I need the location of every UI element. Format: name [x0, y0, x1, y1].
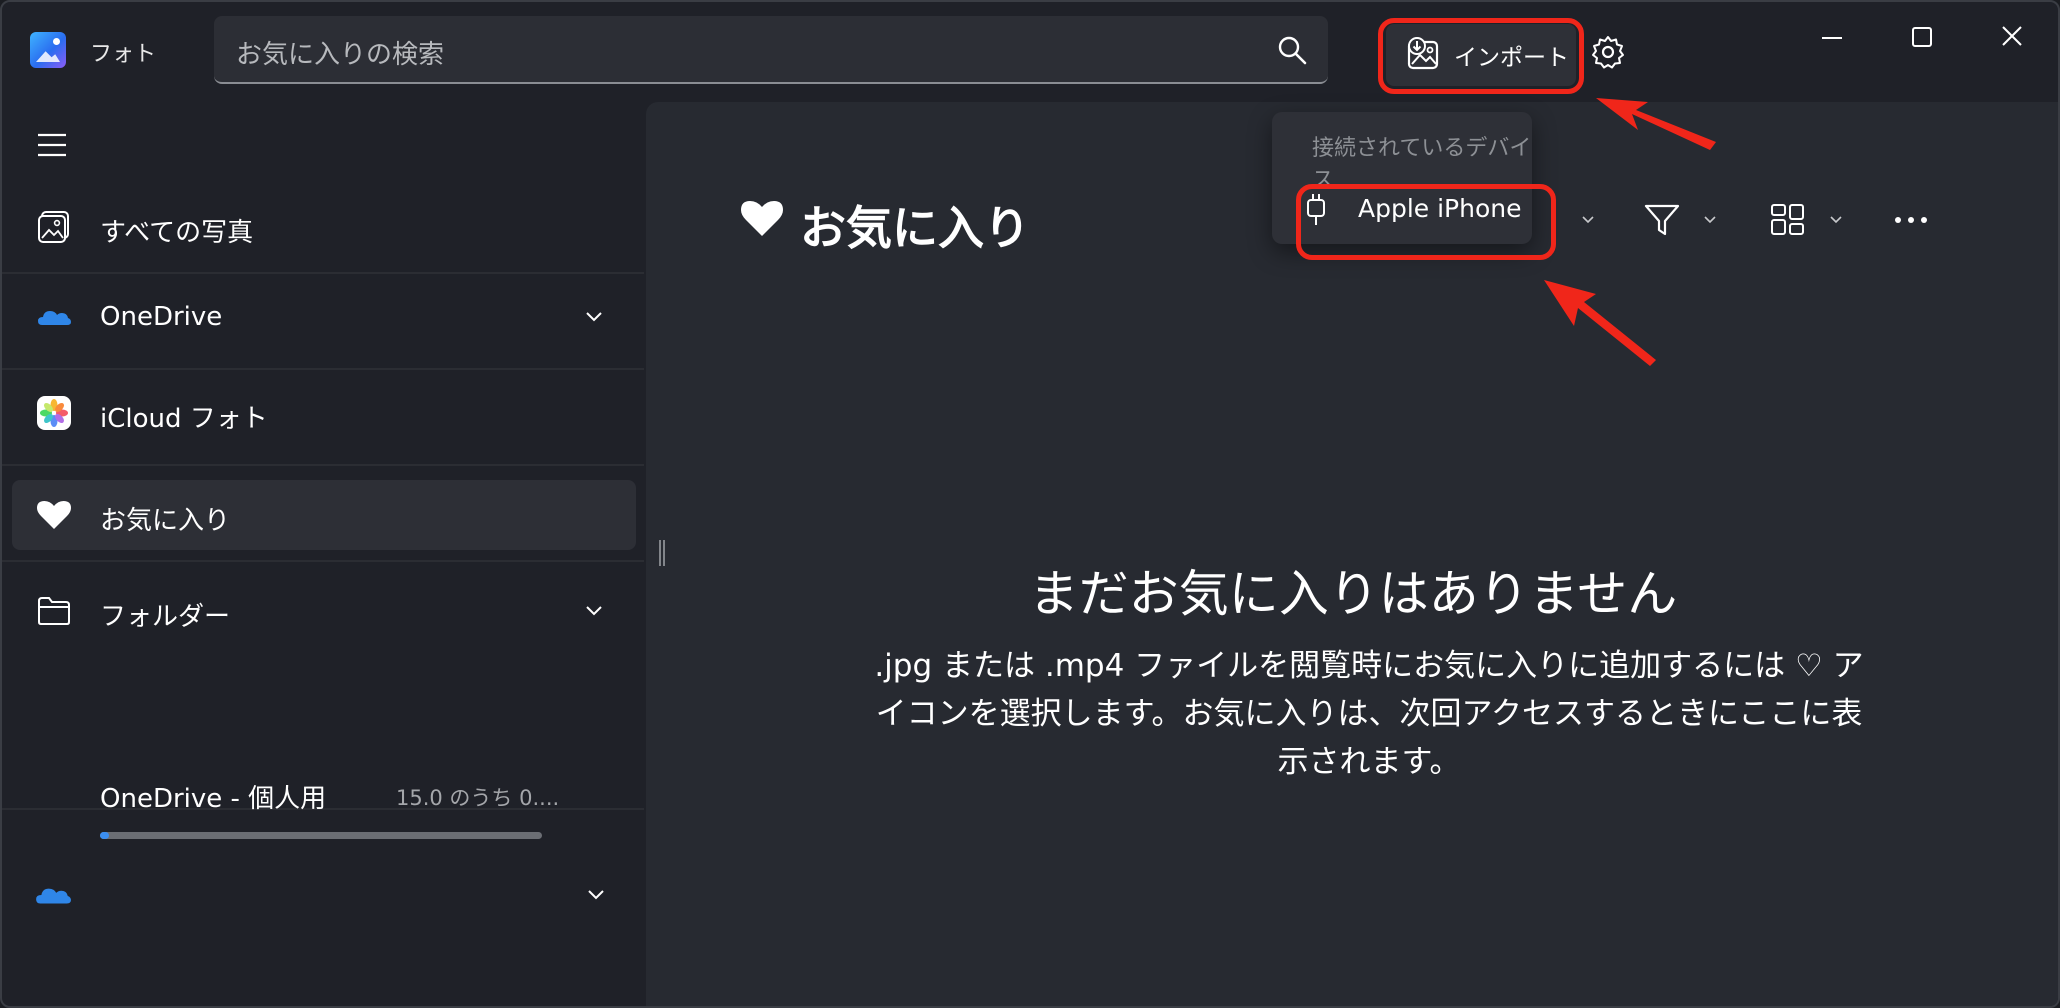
- empty-state-description: .jpg または .mp4 ファイルを閲覧時にお気に入りに追加するには ♡ アイ…: [874, 648, 1864, 780]
- more-icon[interactable]: [1892, 200, 1932, 240]
- chevron-down-icon[interactable]: [584, 600, 604, 620]
- close-icon[interactable]: [1982, 16, 2042, 60]
- folder-icon: [38, 597, 70, 625]
- page-title: お気に入り: [800, 201, 1030, 255]
- sidebar-item-label: すべての写真: [100, 218, 254, 248]
- heart-icon: [37, 501, 71, 529]
- photos-window: フォト お気に入りの検索 インポート すべての写真 OneDrive iClou…: [0, 0, 2060, 1008]
- sidebar-item-onedrive[interactable]: OneDrive: [12, 282, 636, 352]
- search-icon[interactable]: [1276, 34, 1308, 66]
- empty-state-title: まだお気に入りはありません: [1028, 565, 1678, 623]
- title-bar: フォト お気に入りの検索 インポート: [2, 2, 2058, 102]
- app-title: フォト: [90, 42, 157, 67]
- divider: [2, 368, 644, 370]
- annotation-highlight-iphone: [1296, 184, 1556, 260]
- divider: [2, 560, 644, 562]
- chevron-down-icon[interactable]: [1828, 212, 1844, 228]
- sidebar-item-icloud-photos[interactable]: iCloud フォト: [12, 378, 636, 448]
- filter-icon[interactable]: [1642, 200, 1682, 240]
- onedrive-account-label[interactable]: OneDrive - 個人用: [100, 778, 326, 815]
- sidebar-item-label: フォルダー: [100, 602, 231, 632]
- icloud-photos-icon: [37, 396, 71, 430]
- app-logo-icon: [30, 32, 66, 68]
- onedrive-storage-bar: [100, 832, 542, 839]
- chevron-down-icon[interactable]: [1702, 212, 1718, 228]
- onedrive-icon: [38, 311, 71, 325]
- hamburger-icon[interactable]: [36, 132, 68, 158]
- sidebar-item-favorites[interactable]: お気に入り: [12, 480, 636, 550]
- sidebar: すべての写真 OneDrive iCloud フォト お気に入り フォルダー: [2, 102, 644, 1006]
- chevron-down-icon[interactable]: [586, 884, 606, 904]
- onedrive-icon: [36, 888, 71, 904]
- sidebar-item-folders[interactable]: フォルダー: [12, 576, 636, 646]
- sidebar-item-label: お気に入り: [100, 506, 231, 536]
- divider: [2, 272, 644, 274]
- annotation-arrow-icon: [1544, 280, 1656, 366]
- sidebar-item-label: iCloud フォト: [100, 404, 268, 434]
- minimize-icon[interactable]: [1802, 16, 1862, 60]
- divider: [2, 464, 644, 466]
- maximize-icon[interactable]: [1892, 16, 1952, 60]
- chevron-down-icon[interactable]: [1580, 212, 1596, 228]
- photos-icon: [38, 211, 69, 243]
- gear-icon[interactable]: [1590, 34, 1626, 70]
- onedrive-storage-fill: [100, 832, 109, 839]
- sidebar-item-label: OneDrive: [100, 302, 223, 332]
- annotation-highlight-import: [1378, 18, 1584, 94]
- search-input[interactable]: お気に入りの検索: [214, 16, 1328, 84]
- search-placeholder: お気に入りの検索: [236, 40, 445, 70]
- onedrive-quota-text: 15.0 のうち 0....: [396, 786, 560, 810]
- sidebar-item-all-photos[interactable]: すべての写真: [12, 192, 636, 262]
- layout-icon[interactable]: [1768, 200, 1808, 240]
- heart-icon: [741, 201, 783, 236]
- chevron-down-icon[interactable]: [584, 306, 604, 326]
- annotation-arrow-icon: [1596, 98, 1716, 150]
